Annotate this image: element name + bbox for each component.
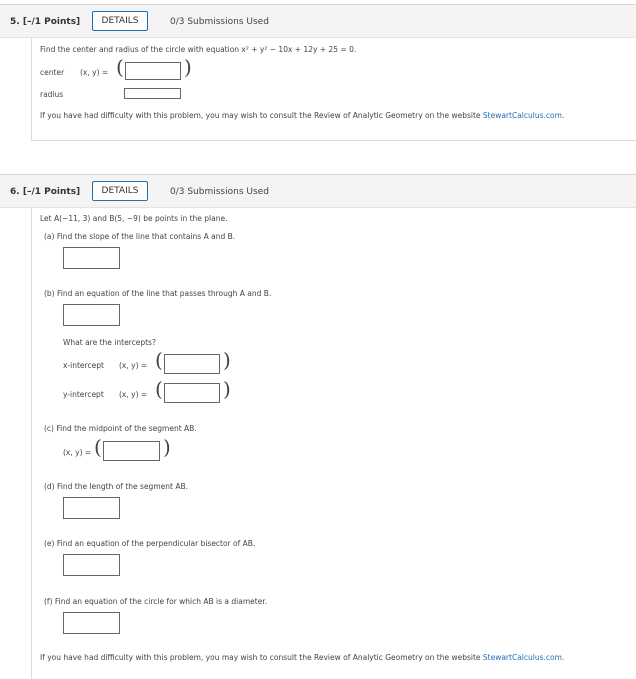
q6-header: 6. [–/1 Points] DETAILS 0/3 Submissions …	[0, 174, 636, 208]
q5-center-open-paren: (	[116, 55, 124, 79]
q5-help-text: If you have had difficulty with this pro…	[40, 111, 565, 120]
q5-center-close-paren: )	[184, 55, 192, 79]
q6-intro: Let A(−11, 3) and B(5, −9) be points in …	[40, 214, 228, 223]
q6-submissions: 0/3 Submissions Used	[170, 187, 269, 197]
q6-part-a: (a) Find the slope of the line that cont…	[44, 232, 236, 241]
q6-y-intercept-input[interactable]	[164, 383, 220, 403]
q6-midpoint-input[interactable]	[103, 441, 160, 461]
q6-help-link[interactable]: StewartCalculus.com	[483, 653, 562, 662]
q5-submissions: 0/3 Submissions Used	[170, 17, 269, 27]
q6-line-equation-input[interactable]	[63, 304, 120, 326]
q6-x-intercept-open-paren: (	[155, 348, 163, 372]
q5-help-link[interactable]: StewartCalculus.com	[483, 111, 562, 120]
q5-radius-input[interactable]	[124, 88, 181, 99]
q6-x-intercept-close-paren: )	[223, 348, 231, 372]
q6-part-d: (d) Find the length of the segment AB.	[44, 482, 188, 491]
q5-header: 5. [–/1 Points] DETAILS 0/3 Submissions …	[0, 4, 636, 38]
q6-body: Let A(−11, 3) and B(5, −9) be points in …	[31, 208, 636, 679]
q6-help-text: If you have had difficulty with this pro…	[40, 653, 565, 662]
q5-center-input[interactable]	[125, 62, 181, 80]
q6-intercepts-question: What are the intercepts?	[63, 338, 156, 347]
q6-x-intercept-input[interactable]	[164, 354, 220, 374]
q6-part-b: (b) Find an equation of the line that pa…	[44, 289, 272, 298]
q6-part-f: (f) Find an equation of the circle for w…	[44, 597, 268, 606]
q6-y-intercept-close-paren: )	[223, 377, 231, 401]
q6-x-intercept-label: x-intercept	[63, 361, 104, 370]
q6-slope-input[interactable]	[63, 247, 120, 269]
q6-midpoint-close-paren: )	[163, 435, 171, 459]
q5-center-label: center	[40, 68, 65, 77]
q6-part-e: (e) Find an equation of the perpendicula…	[44, 539, 256, 548]
q6-circle-input[interactable]	[63, 612, 120, 634]
q6-details-button[interactable]: DETAILS	[92, 181, 148, 201]
q5-radius-label: radius	[40, 90, 64, 99]
q6-y-intercept-xy: (x, y) =	[119, 390, 148, 399]
q5-center-xy: (x, y) =	[80, 68, 109, 77]
q6-midpoint-open-paren: (	[94, 435, 102, 459]
q5-prompt: Find the center and radius of the circle…	[40, 45, 357, 54]
q5-number: 5. [–/1 Points]	[10, 17, 81, 27]
q6-x-intercept-xy: (x, y) =	[119, 361, 148, 370]
q5-details-button[interactable]: DETAILS	[92, 11, 148, 31]
q5-body: Find the center and radius of the circle…	[31, 38, 636, 141]
q6-midpoint-xy: (x, y) =	[63, 448, 92, 457]
q6-bisector-input[interactable]	[63, 554, 120, 576]
q6-y-intercept-open-paren: (	[155, 377, 163, 401]
q6-y-intercept-label: y-intercept	[63, 390, 104, 399]
q6-length-input[interactable]	[63, 497, 120, 519]
q6-number: 6. [–/1 Points]	[10, 187, 81, 197]
q6-part-c: (c) Find the midpoint of the segment AB.	[44, 424, 197, 433]
